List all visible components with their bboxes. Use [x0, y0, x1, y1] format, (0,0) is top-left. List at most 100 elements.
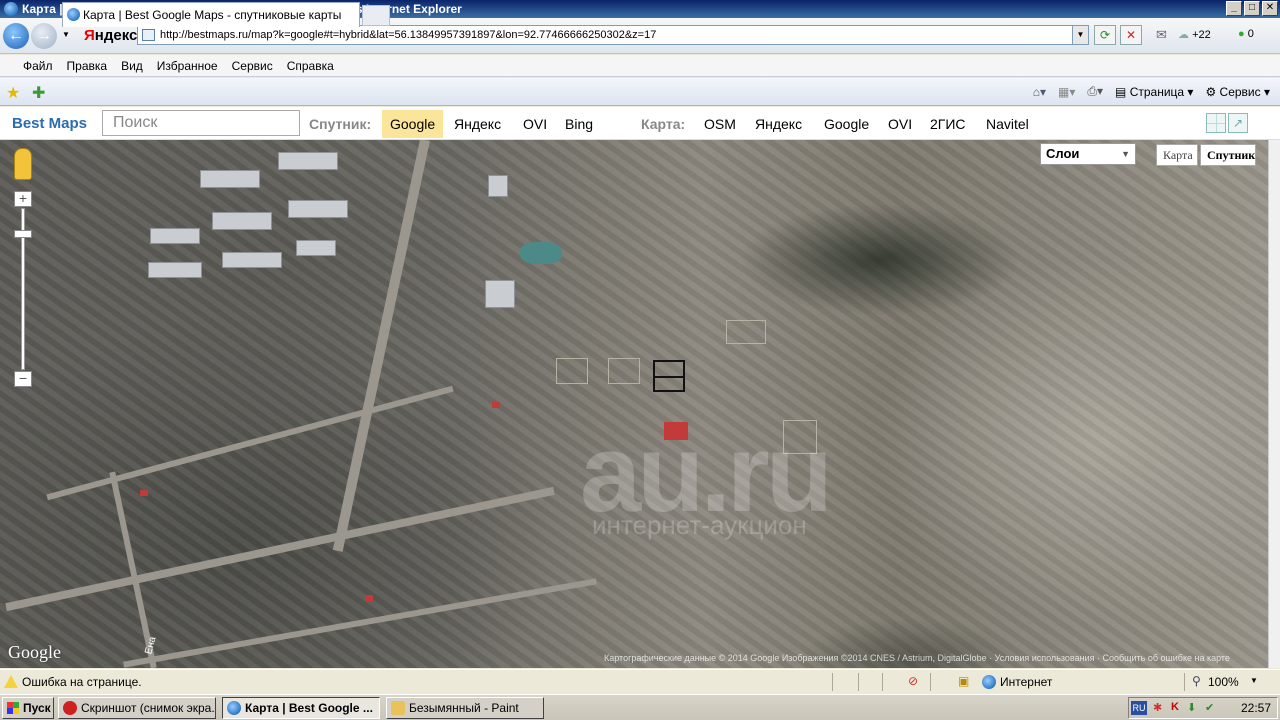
close-button[interactable]: ✕ [1262, 1, 1278, 16]
print-icon[interactable]: ⎙▾ [1087, 84, 1103, 99]
plot-marker[interactable] [653, 360, 685, 392]
map-building [278, 152, 338, 170]
page-scrollbar[interactable] [1268, 140, 1280, 668]
address-input[interactable]: http://bestmaps.ru/map?k=google#t=hybrid… [137, 25, 1089, 45]
protected-mode-icon[interactable]: ⊘ [908, 674, 918, 688]
map-osm[interactable]: OSM [696, 110, 744, 138]
address-dropdown-icon[interactable]: ▼ [1072, 26, 1088, 44]
status-divider [832, 673, 833, 691]
google-logo: Google [8, 642, 61, 662]
security-zone[interactable]: Интернет [1000, 675, 1052, 689]
tray-app-icon[interactable]: ✱ [1153, 701, 1162, 714]
tab-bestmaps[interactable]: Карта | Best Google Maps - спутниковые к… [62, 2, 360, 27]
satellite-ovi[interactable]: OVI [515, 110, 555, 138]
map-ovi[interactable]: OVI [880, 110, 920, 138]
map-label: Карта: [641, 116, 686, 132]
map-plot [608, 358, 640, 384]
status-divider [1184, 673, 1185, 691]
external-link-icon[interactable]: ↗ [1228, 113, 1248, 133]
feeds-icon[interactable]: ▦▾ [1058, 85, 1075, 99]
satellite-map[interactable]: au.ru интернет-аукцион Ена + − Слои ▼ Ка… [0, 140, 1280, 668]
zoom-out-button[interactable]: − [14, 371, 32, 387]
status-message[interactable]: Ошибка на странице. [22, 675, 142, 689]
stop-button[interactable]: ✕ [1120, 25, 1142, 45]
map-road [5, 486, 555, 612]
menu-view[interactable]: Вид [114, 59, 150, 73]
map-building [288, 200, 348, 218]
ie-icon [227, 701, 241, 715]
site-brand[interactable]: Best Maps [12, 115, 87, 132]
map-road [46, 385, 454, 501]
history-dropdown-icon[interactable]: ▼ [62, 30, 70, 39]
mail-icon[interactable]: ✉ [1156, 27, 1167, 43]
grid-layout-icon[interactable] [1206, 113, 1226, 133]
forward-arrow-icon: → [36, 27, 52, 44]
satellite-label: Спутник: [309, 116, 372, 132]
satellite-yandex[interactable]: Яндекс [446, 110, 509, 138]
cloud-icon: ☁ [1178, 29, 1189, 41]
search-input[interactable]: Поиск [102, 110, 300, 136]
satellite-bing[interactable]: Bing [557, 110, 601, 138]
forward-button[interactable]: → [31, 23, 57, 49]
map-red-roof [140, 490, 148, 496]
back-button[interactable]: ← [3, 23, 29, 49]
map-building [212, 212, 272, 230]
map-building [485, 280, 515, 308]
page-menu-icon: ▤ [1115, 84, 1127, 99]
map-building [148, 262, 202, 278]
street-view-pegman-icon[interactable] [14, 148, 32, 180]
map-google[interactable]: Google [816, 110, 877, 138]
tools-menu[interactable]: ⚙ Сервис ▾ [1205, 85, 1270, 99]
map-pond [520, 242, 562, 264]
ie-tab-icon [67, 8, 80, 21]
page-menu[interactable]: ▤ Страница ▾ [1115, 85, 1193, 99]
tray-antivirus-icon[interactable]: K [1171, 701, 1179, 713]
task-paint[interactable]: Безымянный - Paint [386, 697, 544, 719]
map-plot [556, 358, 588, 384]
maptype-map-button[interactable]: Карта [1156, 144, 1198, 166]
tray-check-icon[interactable]: ✔ [1205, 701, 1214, 714]
menu-help[interactable]: Справка [280, 59, 341, 73]
gear-icon: ⚙ [1205, 84, 1217, 99]
notifications-widget[interactable]: ● 0 [1238, 28, 1254, 40]
task-screenshot[interactable]: Скриншот (снимок экра... [58, 697, 216, 719]
map-navitel[interactable]: Navitel [978, 110, 1037, 138]
warning-icon[interactable] [4, 675, 18, 688]
page-icon [142, 29, 155, 41]
satellite-google[interactable]: Google [382, 110, 444, 138]
task-ie[interactable]: Карта | Best Google ... [222, 697, 380, 719]
back-arrow-icon: ← [8, 27, 24, 44]
map-road [123, 578, 597, 668]
zoom-slider-thumb[interactable] [14, 230, 32, 238]
tray-download-icon[interactable]: ⬇ [1187, 701, 1196, 714]
start-button[interactable]: Пуск [2, 697, 54, 719]
language-indicator[interactable]: RU [1131, 701, 1147, 715]
menu-bar: Файл Правка Вид Избранное Сервис Справка [0, 55, 1280, 77]
map-building [200, 170, 260, 188]
add-favorite-icon[interactable]: ✚ [32, 83, 45, 103]
layers-dropdown[interactable]: Слои ▼ [1040, 143, 1136, 165]
minimize-button[interactable]: _ [1226, 1, 1242, 16]
maptype-satellite-button[interactable]: Спутник [1200, 144, 1256, 166]
maximize-button[interactable]: □ [1244, 1, 1260, 16]
menu-edit[interactable]: Правка [60, 59, 115, 73]
weather-widget[interactable]: ☁ +22 [1178, 28, 1211, 41]
watermark-subtitle: интернет-аукцион [592, 510, 807, 540]
favorites-star-icon[interactable]: ★ [6, 83, 20, 103]
page-zoom[interactable]: 100% [1208, 675, 1239, 689]
map-yandex[interactable]: Яндекс [747, 110, 810, 138]
clock[interactable]: 22:57 [1241, 701, 1271, 715]
refresh-button[interactable]: ⟳ [1094, 25, 1116, 45]
opera-icon [63, 701, 77, 715]
menu-file[interactable]: Файл [16, 59, 60, 73]
new-tab-button[interactable] [362, 5, 390, 26]
menu-favorites[interactable]: Избранное [150, 59, 225, 73]
zoom-dropdown-icon[interactable]: ▼ [1250, 676, 1258, 685]
home-icon[interactable]: ⌂▾ [1033, 85, 1046, 99]
map-2gis[interactable]: 2ГИС [922, 110, 974, 138]
ie-icon [4, 2, 18, 16]
stop-icon: ✕ [1125, 28, 1137, 42]
map-copyright: Картографические данные © 2014 Google Из… [604, 653, 1230, 663]
zoom-in-button[interactable]: + [14, 191, 32, 207]
menu-tools[interactable]: Сервис [225, 59, 280, 73]
